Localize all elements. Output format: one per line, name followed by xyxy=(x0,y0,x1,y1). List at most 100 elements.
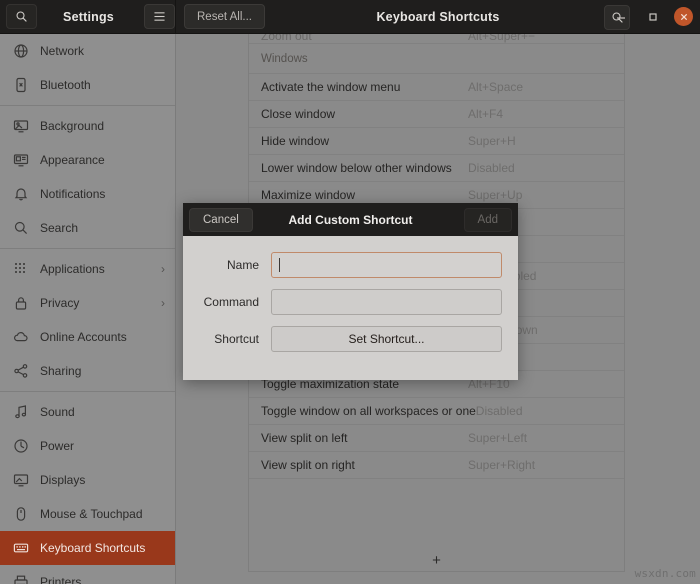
shortcut-row-partial[interactable]: Zoom out Alt+Super+− xyxy=(249,34,624,44)
shortcut-accel: Disabled xyxy=(468,161,606,175)
display-icon xyxy=(12,471,30,489)
search-icon xyxy=(12,219,30,237)
shortcut-row[interactable]: View split on rightSuper+Right xyxy=(249,452,624,479)
share-nodes-icon xyxy=(12,362,30,380)
shortcut-section-header: Windows xyxy=(249,44,624,74)
text-caret xyxy=(279,258,280,272)
sidebar-item-mouse-touchpad[interactable]: Mouse & Touchpad xyxy=(0,497,175,531)
maximize-button[interactable] xyxy=(642,6,664,28)
keyboard-icon xyxy=(12,539,30,557)
main-headerbar: Reset All... Keyboard Shortcuts xyxy=(176,0,700,34)
chevron-right-icon: › xyxy=(161,262,165,276)
close-button[interactable] xyxy=(674,7,693,26)
lock-icon xyxy=(12,294,30,312)
add-custom-shortcut-button[interactable]: + xyxy=(248,550,625,572)
dialog-headerbar: Cancel Add Custom Shortcut Add xyxy=(183,203,518,236)
add-button[interactable]: Add xyxy=(464,208,512,232)
shortcut-accel: Super+H xyxy=(468,134,606,148)
minimize-button[interactable] xyxy=(610,6,632,28)
shortcut-field-row: Shortcut Set Shortcut... xyxy=(199,326,502,352)
sidebar-item-label: Mouse & Touchpad xyxy=(40,507,165,521)
sidebar-item-label: Background xyxy=(40,119,165,133)
sidebar-item-sound[interactable]: Sound xyxy=(0,395,175,429)
shortcut-row[interactable]: Hide windowSuper+H xyxy=(249,128,624,155)
window-controls xyxy=(610,0,693,34)
sidebar-item-label: Displays xyxy=(40,473,165,487)
shortcut-name: Close window xyxy=(261,107,468,121)
sidebar-item-applications[interactable]: Applications› xyxy=(0,252,175,286)
grid-apps-icon xyxy=(12,260,30,278)
sidebar-item-label: Privacy xyxy=(40,296,161,310)
hamburger-menu-icon xyxy=(153,11,166,22)
music-note-icon xyxy=(12,403,30,421)
settings-sidebar[interactable]: Network Bluetooth Background Appearance Noti… xyxy=(0,34,176,584)
minimize-icon xyxy=(615,11,627,23)
sidebar-item-label: Sound xyxy=(40,405,165,419)
sidebar-item-privacy[interactable]: Privacy› xyxy=(0,286,175,320)
dialog-body: Name Command Shortcut xyxy=(183,236,518,352)
sidebar-item-printers[interactable]: Printers xyxy=(0,565,175,584)
sidebar-separator xyxy=(0,248,175,249)
shortcut-row[interactable]: Close windowAlt+F4 xyxy=(249,101,624,128)
network-icon xyxy=(12,42,30,60)
shortcut-accel: Super+Left xyxy=(468,431,606,445)
sidebar-item-power[interactable]: Power xyxy=(0,429,175,463)
sidebar-item-label: Power xyxy=(40,439,165,453)
shortcut-name: Maximize window xyxy=(261,188,468,202)
sidebar-item-search[interactable]: Search xyxy=(0,211,175,245)
bluetooth-icon xyxy=(12,76,30,94)
main-menu-button[interactable] xyxy=(144,4,175,29)
sidebar-separator xyxy=(0,391,175,392)
cancel-button[interactable]: Cancel xyxy=(189,208,253,232)
shortcut-accel: Disabled xyxy=(476,404,606,418)
shortcut-accel: Super+Up xyxy=(468,188,606,202)
shortcut-row[interactable]: Activate the window menuAlt+Space xyxy=(249,74,624,101)
shortcut-row[interactable]: Lower window below other windowsDisabled xyxy=(249,155,624,182)
sidebar-separator xyxy=(0,105,175,106)
sidebar-item-background[interactable]: Background xyxy=(0,109,175,143)
sidebar-item-label: Sharing xyxy=(40,364,165,378)
sidebar-item-label: Keyboard Shortcuts xyxy=(40,541,165,555)
shortcut-row[interactable]: Toggle window on all workspaces or oneDi… xyxy=(249,398,624,425)
printer-icon xyxy=(12,573,30,584)
list-right-edge xyxy=(624,34,625,551)
background-icon xyxy=(12,117,30,135)
sidebar-item-appearance[interactable]: Appearance xyxy=(0,143,175,177)
sidebar-item-label: Appearance xyxy=(40,153,165,167)
maximize-icon xyxy=(647,11,659,23)
shortcut-row[interactable]: View split on leftSuper+Left xyxy=(249,425,624,452)
shortcut-accel: Alt+Super+− xyxy=(468,34,606,43)
close-icon xyxy=(679,12,689,22)
sidebar-item-label: Bluetooth xyxy=(40,78,165,92)
name-label: Name xyxy=(199,258,271,272)
shortcut-name: Zoom out xyxy=(261,34,468,43)
sidebar-headerbar: Settings xyxy=(0,0,176,34)
shortcut-accel: Alt+F4 xyxy=(468,107,606,121)
sidebar-item-label: Notifications xyxy=(40,187,165,201)
shortcut-label: Shortcut xyxy=(199,332,271,346)
sidebar-item-online-accounts[interactable]: Online Accounts xyxy=(0,320,175,354)
sidebar-item-sharing[interactable]: Sharing xyxy=(0,354,175,388)
appearance-icon xyxy=(12,151,30,169)
command-label: Command xyxy=(199,295,271,309)
power-icon xyxy=(12,437,30,455)
plus-icon: + xyxy=(432,553,441,568)
command-input[interactable] xyxy=(271,289,502,315)
sidebar-item-label: Search xyxy=(40,221,165,235)
reset-all-button[interactable]: Reset All... xyxy=(184,4,265,29)
shortcut-name: Lower window below other windows xyxy=(261,161,468,175)
sidebar-item-notifications[interactable]: Notifications xyxy=(0,177,175,211)
window-titlebar: Settings Reset All... Keyboard Shortcuts xyxy=(0,0,700,34)
sidebar-item-keyboard-shortcuts[interactable]: Keyboard Shortcuts xyxy=(0,531,175,565)
shortcut-name: Hide window xyxy=(261,134,468,148)
sidebar-title: Settings xyxy=(33,10,144,24)
sidebar-item-bluetooth[interactable]: Bluetooth xyxy=(0,68,175,102)
name-input[interactable] xyxy=(271,252,502,278)
sidebar-item-displays[interactable]: Displays xyxy=(0,463,175,497)
sidebar-item-network[interactable]: Network xyxy=(0,34,175,68)
set-shortcut-button[interactable]: Set Shortcut... xyxy=(271,326,502,352)
watermark: wsxdn.com xyxy=(635,567,696,580)
sidebar-item-label: Online Accounts xyxy=(40,330,165,344)
shortcut-name: Toggle window on all workspaces or one xyxy=(261,404,476,418)
shortcut-accel: Alt+Space xyxy=(468,80,606,94)
